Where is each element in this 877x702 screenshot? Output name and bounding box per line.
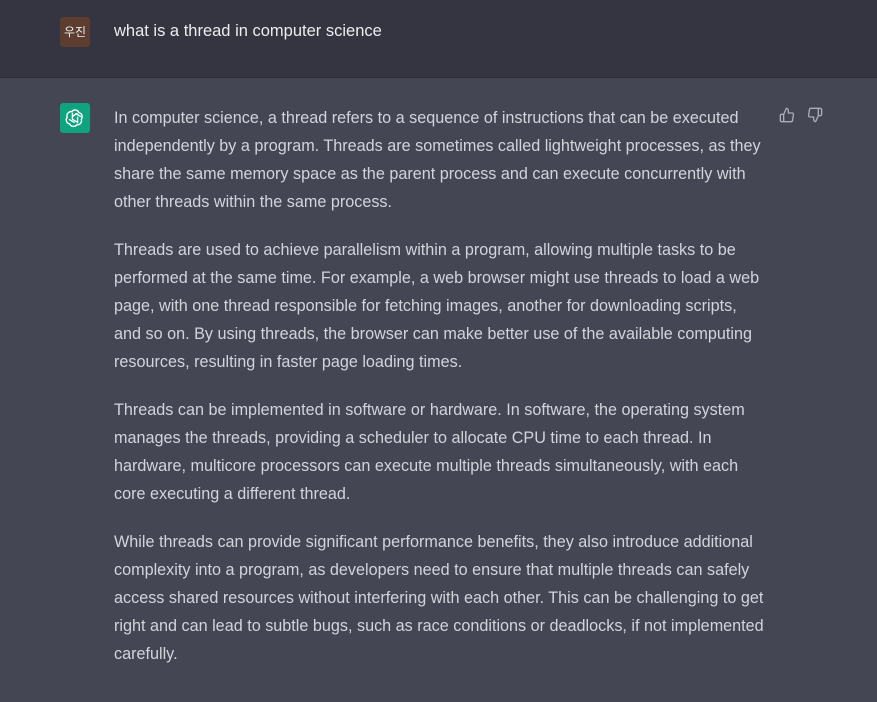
user-avatar: 우진 — [60, 17, 90, 47]
user-message-row: 우진 what is a thread in computer science — [0, 0, 877, 78]
openai-logo-icon — [65, 109, 83, 128]
assistant-paragraph-1: In computer science, a thread refers to … — [114, 109, 761, 211]
assistant-paragraph-3: Threads can be implemented in software o… — [114, 401, 745, 503]
assistant-paragraph-4: While threads can provide significant pe… — [114, 533, 764, 663]
assistant-message-row: In computer science, a thread refers to … — [0, 78, 877, 702]
user-message-text: what is a thread in computer science — [114, 22, 382, 40]
assistant-message-text: In computer science, a thread refers to … — [114, 104, 764, 688]
thumbs-down-button[interactable] — [805, 105, 825, 125]
assistant-avatar — [60, 103, 90, 133]
thumbs-up-button[interactable] — [777, 105, 797, 125]
thumbs-down-icon — [807, 107, 823, 123]
assistant-paragraph-2: Threads are used to achieve parallelism … — [114, 241, 760, 371]
chat-page: 우진 what is a thread in computer science … — [0, 0, 877, 702]
thumbs-up-icon — [779, 107, 795, 123]
